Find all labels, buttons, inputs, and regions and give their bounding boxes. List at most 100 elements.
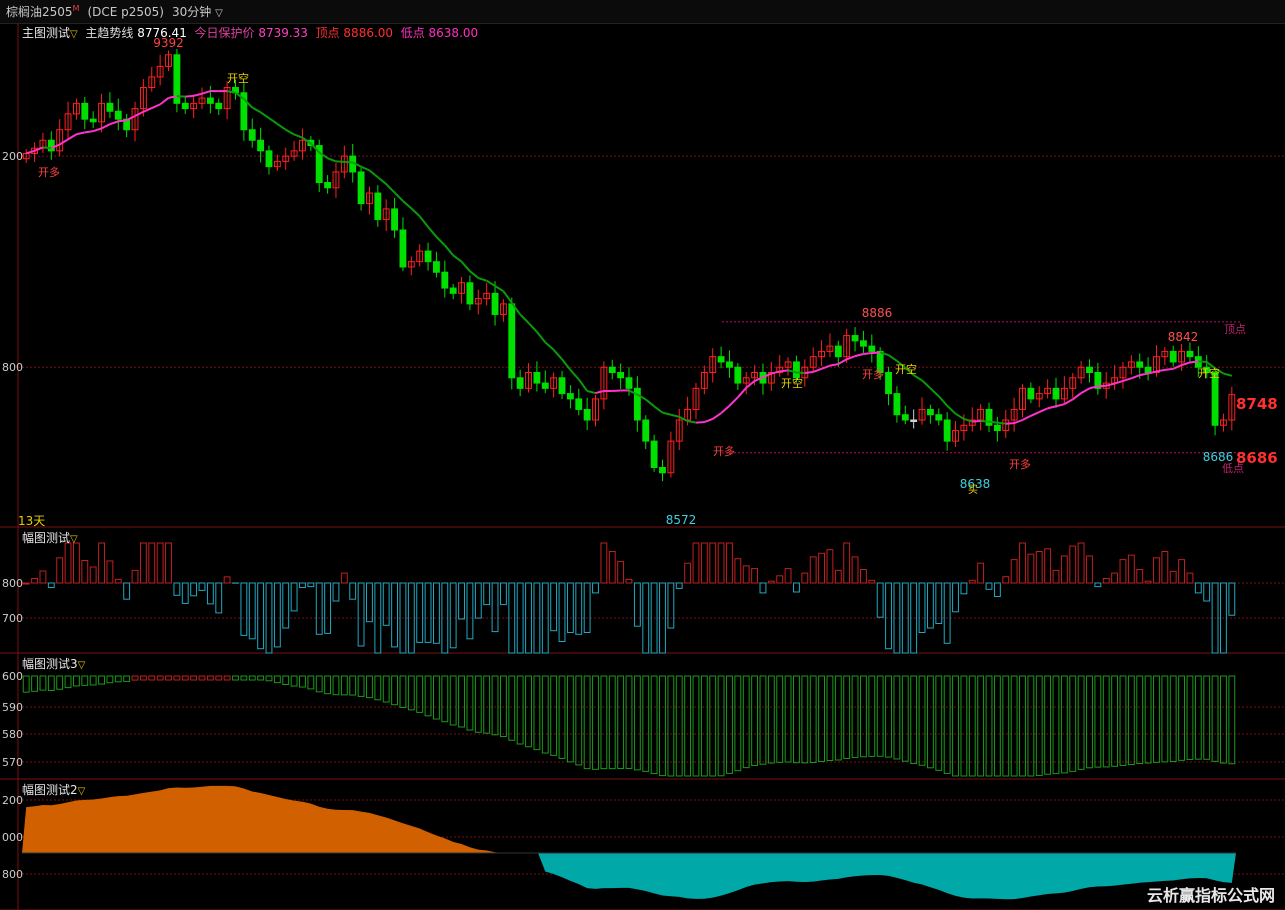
bar-p3 [650, 675, 658, 775]
candle-body [399, 229, 407, 268]
bar-p3 [558, 675, 566, 759]
trend-line-segment [185, 94, 194, 98]
hist-bar-down [926, 582, 934, 629]
trend-line-segment [251, 106, 262, 114]
main-panel-title[interactable]: 主图测试 [22, 26, 70, 40]
chevron-down-icon[interactable]: ▽ [78, 660, 86, 671]
trend-line-segment [1223, 372, 1233, 377]
bar-p3 [374, 675, 382, 701]
hist-bar-down [248, 582, 256, 640]
bar-p3 [977, 675, 985, 777]
watermark: 云析赢指标公式网 [1146, 886, 1275, 905]
candle-body [985, 408, 993, 426]
trend-line-segment [720, 405, 731, 414]
hist-bar-down [793, 582, 800, 593]
bar-p3 [265, 675, 273, 682]
bar-p3 [156, 675, 164, 681]
hist-bar-down [575, 582, 583, 635]
chevron-down-icon[interactable]: ▽ [70, 534, 78, 545]
low-label: 低点 [400, 26, 425, 40]
bar-p3 [550, 675, 558, 756]
panel3-title[interactable]: 幅图测试3 [22, 657, 78, 671]
hist-bar-up [1144, 580, 1152, 584]
bar-p3 [692, 675, 700, 777]
area-negative [538, 853, 1236, 900]
trend-line-segment [368, 169, 379, 178]
bar-p3 [282, 675, 290, 685]
period-select[interactable]: 30分钟 ▽ [172, 3, 223, 20]
trend-line-segment [1114, 379, 1124, 385]
hist-bar-up [139, 542, 147, 584]
hist-bar-up [1111, 572, 1119, 584]
bar-p3 [834, 675, 842, 761]
trend-line-segment [988, 420, 998, 424]
bar-p3 [72, 675, 80, 687]
bar-p3 [1111, 675, 1119, 767]
panel4-title[interactable]: 幅图测试2 [22, 783, 78, 797]
hist-bar-up [64, 542, 72, 584]
trend-line-segment [552, 349, 563, 360]
right-top-label: 顶点 [1224, 323, 1246, 336]
bar-p3 [826, 675, 834, 761]
trend-line-segment [829, 363, 839, 367]
trend-line-segment [863, 351, 872, 356]
candle-body [926, 408, 934, 416]
candle-body [910, 419, 918, 422]
trend-line-segment [59, 138, 69, 146]
hist-bar-up [826, 549, 834, 584]
bar-p3 [165, 675, 172, 681]
hist-bar-up [1086, 555, 1093, 584]
trend-line-segment [151, 103, 161, 109]
hist-bar-down [592, 582, 599, 594]
hist-bar-down [307, 582, 315, 588]
hist-bar-up [1010, 559, 1018, 584]
bar-p3 [1052, 675, 1060, 775]
symbol-name[interactable]: 棕榈油2505M [6, 3, 79, 20]
bar-p3 [968, 675, 976, 777]
bar-p3 [625, 675, 633, 769]
hist-bar-down [240, 582, 248, 636]
bar-p3 [206, 675, 214, 681]
bar-p3 [726, 675, 733, 774]
bar-p3 [734, 675, 742, 772]
trend-line-segment [1022, 414, 1032, 421]
hist-bar-up [1136, 569, 1144, 584]
candle-body [433, 261, 440, 273]
trend-line-segment [1080, 387, 1090, 394]
trend-line-segment [577, 378, 588, 392]
trend-line-segment [771, 370, 780, 375]
trend-line-segment [276, 123, 287, 131]
candle-body [859, 340, 867, 347]
panel2-header: 幅图测试▽ [22, 529, 78, 546]
hist-bar-down [667, 582, 675, 629]
trend-line-segment [1156, 368, 1166, 373]
candle-body [106, 102, 114, 112]
trend-line-segment [101, 123, 111, 130]
hist-bar-down [759, 582, 767, 594]
bar-p3 [466, 675, 474, 731]
bar-p3 [592, 675, 599, 770]
bar-p3 [1044, 675, 1052, 775]
bar-p3 [315, 675, 323, 693]
hist-bar-up [1161, 551, 1169, 584]
trend-line-segment [126, 115, 136, 122]
panel2-title[interactable]: 幅图测试 [22, 531, 70, 545]
candle-body [717, 356, 725, 363]
bar-p3 [424, 675, 432, 717]
chevron-down-icon[interactable]: ▽ [70, 29, 78, 40]
trend-line-segment [410, 207, 421, 218]
candle-body [374, 192, 382, 220]
candle-body [734, 366, 742, 384]
bar-p3 [190, 675, 198, 681]
bar-p3 [868, 675, 876, 757]
candle-body [650, 440, 658, 469]
trend-line-segment [268, 117, 278, 125]
hist-bar-down [315, 582, 323, 635]
trend-line-segment [502, 290, 513, 304]
signal-open-long: 开多 [38, 165, 60, 179]
chevron-down-icon[interactable]: ▽ [78, 786, 86, 797]
top-bar: 棕榈油2505M (DCE p2505) 30分钟 ▽ [0, 0, 1285, 24]
area-positive [22, 785, 538, 853]
hist-bar-up [31, 578, 38, 584]
trend-line-segment [260, 111, 270, 119]
